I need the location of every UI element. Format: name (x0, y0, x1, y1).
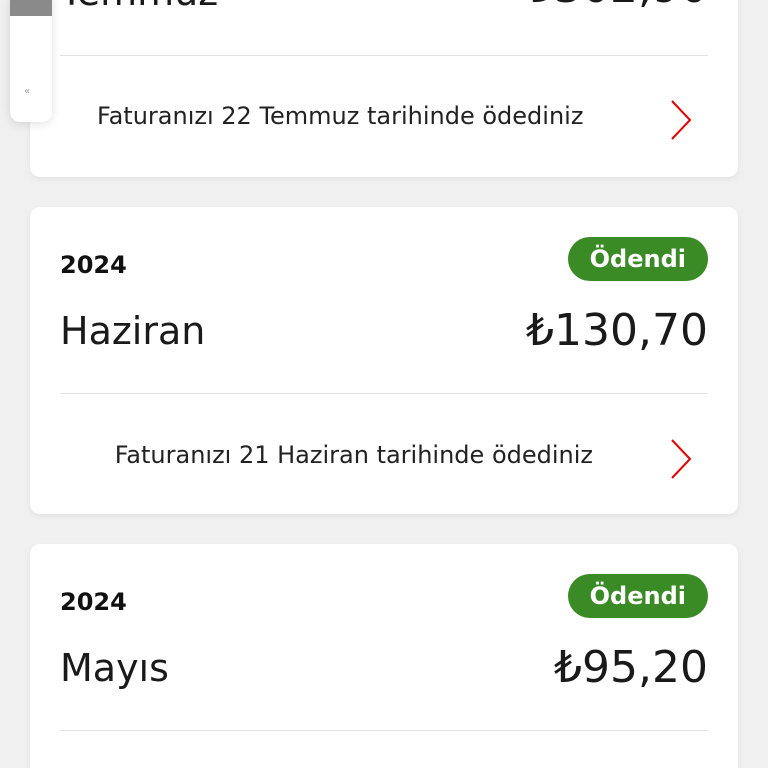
bill-amount: ₺130,70 (526, 305, 708, 356)
bill-list: « Temmuz ₺302,90 Faturanızı 22 Temmuz ta… (0, 0, 768, 768)
bill-month: Mayıs (60, 646, 169, 690)
bill-card-mayis: 2024 Ödendi Mayıs ₺95,20 (30, 544, 738, 768)
side-drawer-tab[interactable]: « (10, 0, 52, 122)
status-badge: Ödendi (567, 574, 708, 618)
bill-month: Temmuz (60, 0, 218, 14)
bill-amount: ₺95,20 (554, 642, 708, 693)
divider (60, 55, 708, 56)
bill-payment-info: Faturanızı 22 Temmuz tarihinde ödediniz (97, 102, 584, 130)
chevron-right-icon[interactable] (668, 98, 694, 142)
collapse-icon: « (24, 86, 31, 97)
divider (60, 730, 708, 731)
bill-detail-link[interactable]: Faturanızı 22 Temmuz tarihinde ödediniz (60, 78, 708, 158)
side-drawer-handle[interactable] (10, 0, 52, 16)
status-badge: Ödendi (567, 237, 708, 281)
bill-month: Haziran (60, 309, 206, 353)
bill-year: 2024 (60, 251, 127, 279)
bill-card-temmuz: Temmuz ₺302,90 Faturanızı 22 Temmuz tari… (30, 0, 738, 177)
bill-card-haziran: 2024 Ödendi Haziran ₺130,70 Faturanızı 2… (30, 207, 738, 514)
bill-amount: ₺302,90 (526, 0, 708, 13)
bill-year: 2024 (60, 588, 127, 616)
divider (60, 393, 708, 394)
bill-detail-link[interactable]: Faturanızı 21 Haziran tarihinde ödediniz (60, 417, 708, 497)
bill-payment-info: Faturanızı 21 Haziran tarihinde ödediniz (114, 441, 593, 469)
chevron-right-icon[interactable] (668, 437, 694, 481)
